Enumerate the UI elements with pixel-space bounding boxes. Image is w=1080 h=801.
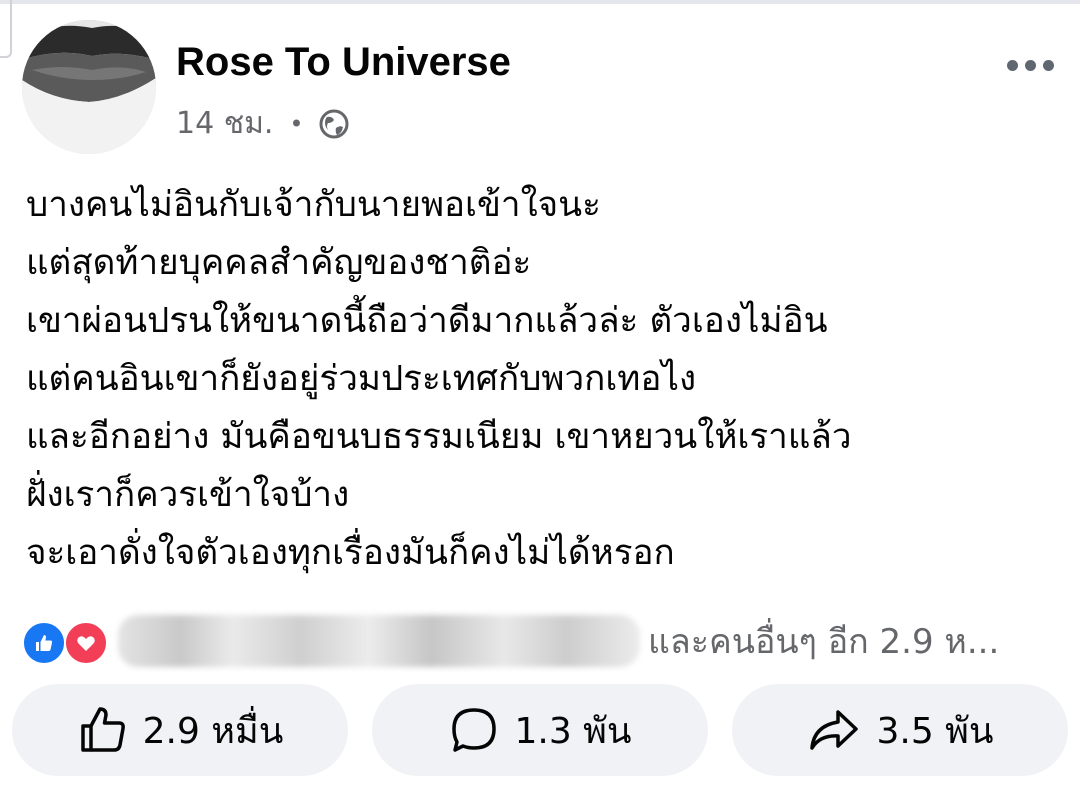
post-actions: 2.9 หมื่น 1.3 พัน 3.5 พัน [12,684,1070,776]
post-meta: 14 ชม. • [176,100,350,147]
post-time[interactable]: 14 ชม. [176,100,273,147]
post-line: จะเอาดั่งใจตัวเองทุกเรื่องมันก็คงไม่ได้ห… [26,533,675,573]
more-options-button[interactable] [1000,50,1060,80]
author-name[interactable]: Rose To Universe [176,42,511,82]
more-dot [1024,59,1036,71]
thumbs-up-icon [80,707,125,752]
post-line: ฝั่งเราก็ควรเข้าใจบ้าง [26,475,350,515]
like-count: 2.9 หมื่น [142,710,284,752]
avatar[interactable] [22,20,156,154]
share-count: 3.5 พัน [876,710,994,752]
post-header: Rose To Universe 14 ชม. • [20,20,1060,160]
post-line: เขาผ่อนปรนให้ขนาดนี้ถือว่าดีมากแล้วล่ะ ต… [26,301,828,341]
more-dot [1042,59,1054,71]
like-reaction-icon [22,621,66,665]
globe-icon[interactable] [318,108,350,140]
corner-mark [0,0,12,58]
post-line: บางคนไม่อินกับเจ้ากับนายพอเข้าใจนะ [26,185,601,225]
post-line: แต่สุดท้ายบุคคลสำคัญของชาติอ่ะ [26,243,532,283]
top-divider [0,0,1080,4]
love-reaction-icon [64,621,108,665]
comment-icon [452,708,497,752]
post-line: และอีกอย่าง มันคือขนบธรรมเนียม เขาหยวนให… [26,417,852,457]
comment-count: 1.3 พัน [514,710,632,752]
post-text: บางคนไม่อินกับเจ้ากับนายพอเข้าใจนะ แต่สุ… [26,176,1056,582]
comment-button[interactable]: 1.3 พัน [372,684,708,776]
reactions-row[interactable]: และคนอื่นๆ อีก 2.9 ห... [22,612,1062,670]
post-line: แต่คนอินเขาก็ยังอยู่ร่วมประเทศกับพวกเทอไ… [26,359,697,399]
like-button[interactable]: 2.9 หมื่น [12,684,348,776]
avatar-lips-image [22,20,156,154]
reaction-summary[interactable]: และคนอื่นๆ อีก 2.9 ห... [648,614,999,668]
share-arrow-icon [810,710,859,750]
reaction-icons [22,621,112,665]
share-button[interactable]: 3.5 พัน [732,684,1068,776]
more-dot [1006,59,1018,71]
meta-separator: • [289,109,304,138]
blurred-names [118,615,640,667]
